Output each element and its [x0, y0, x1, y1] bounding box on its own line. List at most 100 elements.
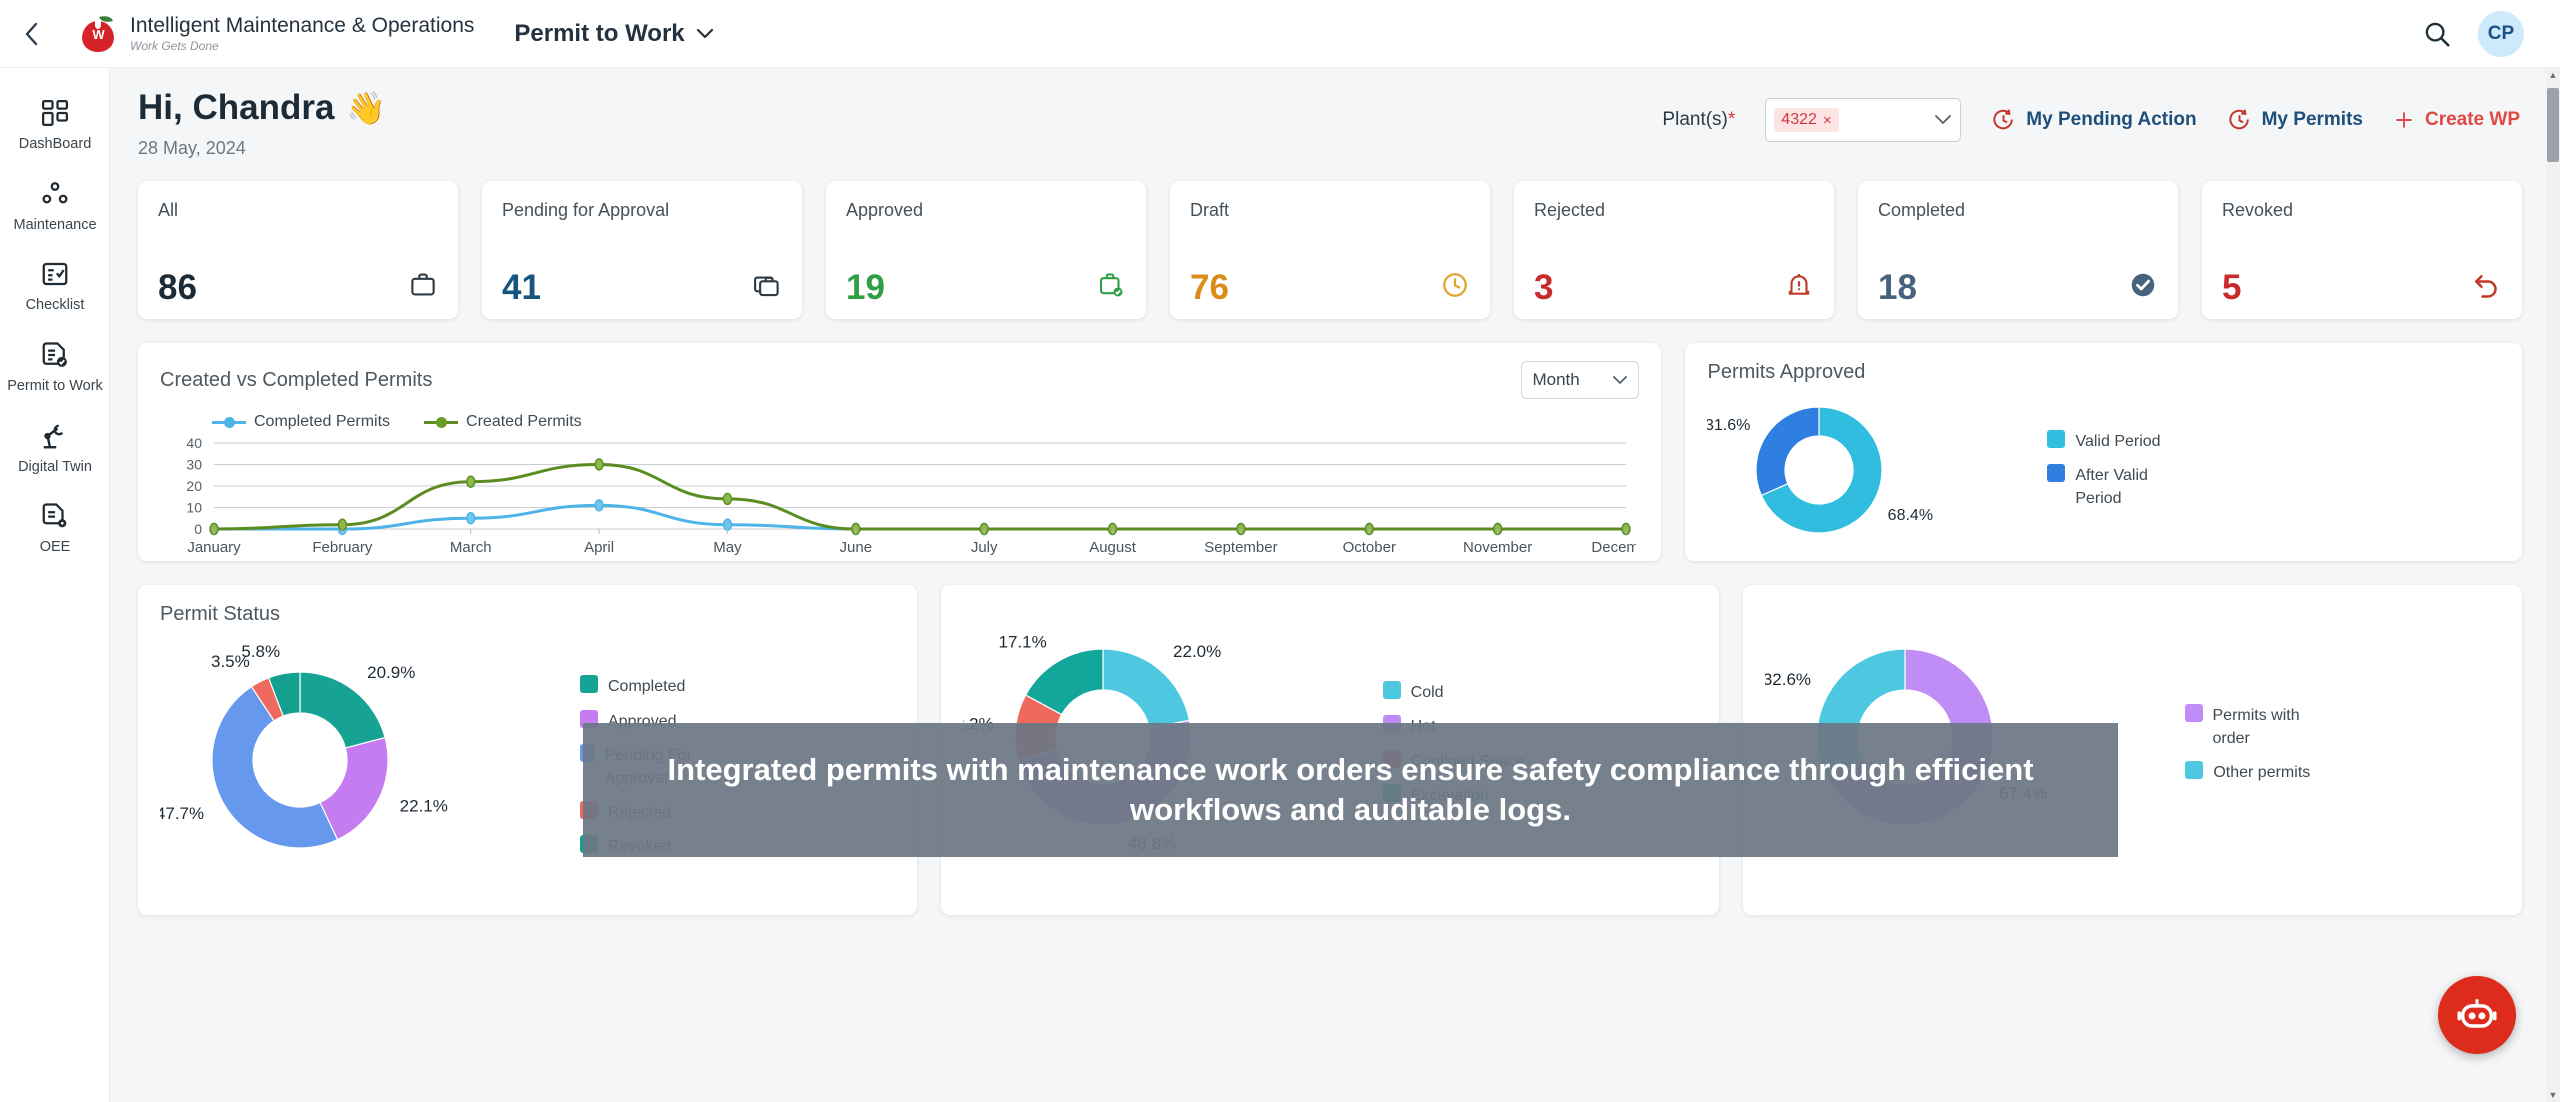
svg-text:17.1%: 17.1% — [998, 632, 1046, 651]
scroll-up-button[interactable]: ▲ — [2546, 68, 2560, 82]
sidebar-item-dashboard[interactable]: DashBoard — [0, 82, 110, 163]
plant-chip-remove-icon[interactable]: × — [1823, 112, 1832, 129]
legend-label: Created Permits — [466, 413, 582, 430]
kpi-label: Revoked — [2222, 200, 2294, 220]
legend-item-completed-permits[interactable]: Completed Permits — [212, 413, 390, 431]
copy-briefcase-icon — [752, 270, 782, 305]
kpi-card-approved[interactable]: Approved 19 — [826, 181, 1146, 319]
legend-label: Completed Permits — [254, 413, 391, 430]
check-circle-icon — [2128, 270, 2158, 305]
period-select[interactable]: Month — [1521, 361, 1640, 399]
kpi-value: 18 — [1878, 268, 1917, 307]
legend-item[interactable]: Permits with order — [2185, 703, 2335, 750]
legend-item[interactable]: Valid Period — [2047, 429, 2197, 453]
kpi-value: 41 — [502, 268, 541, 307]
dashboard-grid-icon — [4, 96, 106, 130]
scroll-thumb[interactable] — [2547, 88, 2559, 162]
legend-item[interactable]: Cold — [1382, 681, 1525, 704]
clock-arrow-icon — [2227, 108, 2252, 133]
toolbar: Plant(s)* 4322 × My Pending Action My Pe… — [1662, 88, 2520, 142]
legend-swatch — [1382, 681, 1401, 700]
svg-text:May: May — [713, 539, 742, 556]
legend-swatch — [580, 675, 598, 694]
create-wp-label: Create WP — [2424, 109, 2520, 130]
plant-chip[interactable]: 4322 × — [1774, 108, 1839, 132]
sidebar-item-permit-to-work[interactable]: Permit to Work — [0, 324, 110, 405]
permit-document-icon — [4, 338, 106, 372]
chevron-down-icon — [1612, 373, 1628, 388]
sidebar-collapse-button[interactable] — [0, 0, 64, 68]
checklist-icon — [4, 257, 106, 291]
kpi-value: 3 — [1534, 268, 1554, 307]
required-marker: * — [1727, 109, 1736, 130]
plant-select[interactable]: 4322 × — [1765, 98, 1962, 142]
scroll-down-button[interactable]: ▼ — [2546, 1088, 2560, 1102]
sidebar-item-maintenance[interactable]: Maintenance — [0, 163, 110, 244]
svg-text:November: November — [1463, 539, 1532, 556]
panel-title: Created vs Completed Permits — [160, 368, 433, 391]
sidebar-item-digital-twin[interactable]: Digital Twin — [0, 405, 110, 486]
svg-text:5.8%: 5.8% — [241, 642, 280, 661]
briefcase-check-icon — [1096, 270, 1126, 305]
kpi-card-pending-for-approval[interactable]: Pending for Approval 41 — [482, 181, 802, 319]
info-banner-text: Integrated permits with maintenance work… — [667, 752, 2034, 827]
kpi-card-revoked[interactable]: Revoked 5 — [2202, 181, 2522, 319]
svg-text:October: October — [1343, 539, 1396, 556]
sidebar-item-label: OEE — [39, 539, 71, 556]
chatbot-button[interactable] — [2438, 976, 2516, 1054]
sidebar-item-label: Checklist — [25, 297, 85, 314]
kpi-row: All 86 Pending for Approval 41 Approved … — [110, 159, 2560, 319]
svg-text:68.4%: 68.4% — [1888, 507, 1933, 524]
my-pending-action-button[interactable]: My Pending Action — [1991, 108, 2197, 133]
avatar[interactable]: CP — [2478, 10, 2524, 57]
kpi-card-draft[interactable]: Draft 76 — [1170, 181, 1490, 319]
kpi-card-rejected[interactable]: Rejected 3 — [1514, 181, 1834, 319]
sidebar-item-checklist[interactable]: Checklist — [0, 243, 110, 324]
legend-item[interactable]: After Valid Period — [2047, 463, 2197, 510]
permits-approved-legend: Valid Period After Valid Period — [2047, 429, 2197, 511]
page-scrollbar[interactable]: ▲ ▼ — [2546, 68, 2560, 1102]
apple-logo-icon: W — [80, 12, 116, 53]
maintenance-nodes-icon — [4, 177, 106, 211]
svg-text:September: September — [1204, 539, 1277, 556]
legend-swatch — [2047, 429, 2066, 448]
sidebar-item-oee[interactable]: OEE — [0, 485, 110, 566]
svg-text:0: 0 — [194, 521, 202, 537]
sidebar-item-label: Permit to Work — [7, 378, 103, 395]
legend-item-created-permits[interactable]: Created Permits — [424, 413, 582, 431]
kpi-card-all[interactable]: All 86 — [138, 181, 458, 319]
legend-item[interactable]: Other permits — [2185, 761, 2335, 784]
plant-label: Plant(s)* — [1662, 109, 1735, 131]
greeting-row: Hi, Chandra 👋 28 May, 2024 Plant(s)* 432… — [110, 68, 2560, 159]
main-content: Hi, Chandra 👋 28 May, 2024 Plant(s)* 432… — [110, 68, 2560, 1102]
sidebar-item-label: Maintenance — [13, 216, 97, 233]
robot-arm-icon — [4, 419, 106, 453]
kpi-label: Draft — [1190, 200, 1230, 220]
brand-title: Intelligent Maintenance & Operations — [130, 13, 475, 37]
plant-label-text: Plant(s) — [1662, 109, 1728, 130]
app-root: W Intelligent Maintenance & Operations W… — [0, 0, 2560, 1102]
plant-chip-label: 4322 — [1781, 111, 1817, 128]
legend-label: After Valid Period — [2075, 466, 2148, 508]
plus-icon — [2393, 109, 2415, 131]
svg-text:March: March — [450, 539, 492, 556]
period-select-value: Month — [1532, 370, 1580, 389]
legend-swatch — [2047, 463, 2066, 482]
my-permits-label: My Permits — [2261, 109, 2363, 130]
permits-approved-donut: 68.4% 31.6% — [1707, 406, 1934, 534]
waving-hand-icon: 👋 — [346, 90, 387, 126]
my-permits-button[interactable]: My Permits — [2227, 108, 2363, 133]
top-bar: W Intelligent Maintenance & Operations W… — [0, 0, 2560, 68]
svg-text:31.6%: 31.6% — [1707, 417, 1750, 434]
legend-swatch — [2185, 703, 2203, 722]
kpi-card-completed[interactable]: Completed 18 — [1858, 181, 2178, 319]
legend-item[interactable]: Completed — [580, 675, 730, 698]
create-wp-button[interactable]: Create WP — [2393, 109, 2520, 131]
search-icon[interactable] — [2422, 19, 2452, 49]
svg-text:April: April — [584, 539, 614, 556]
module-title-dropdown[interactable]: Permit to Work — [514, 20, 714, 48]
permits-with-order-legend: Permits with order Other permits — [2185, 703, 2335, 785]
svg-text:47.7%: 47.7% — [160, 804, 204, 823]
svg-text:22.0%: 22.0% — [1173, 642, 1221, 661]
svg-text:December: December — [1591, 539, 1636, 556]
